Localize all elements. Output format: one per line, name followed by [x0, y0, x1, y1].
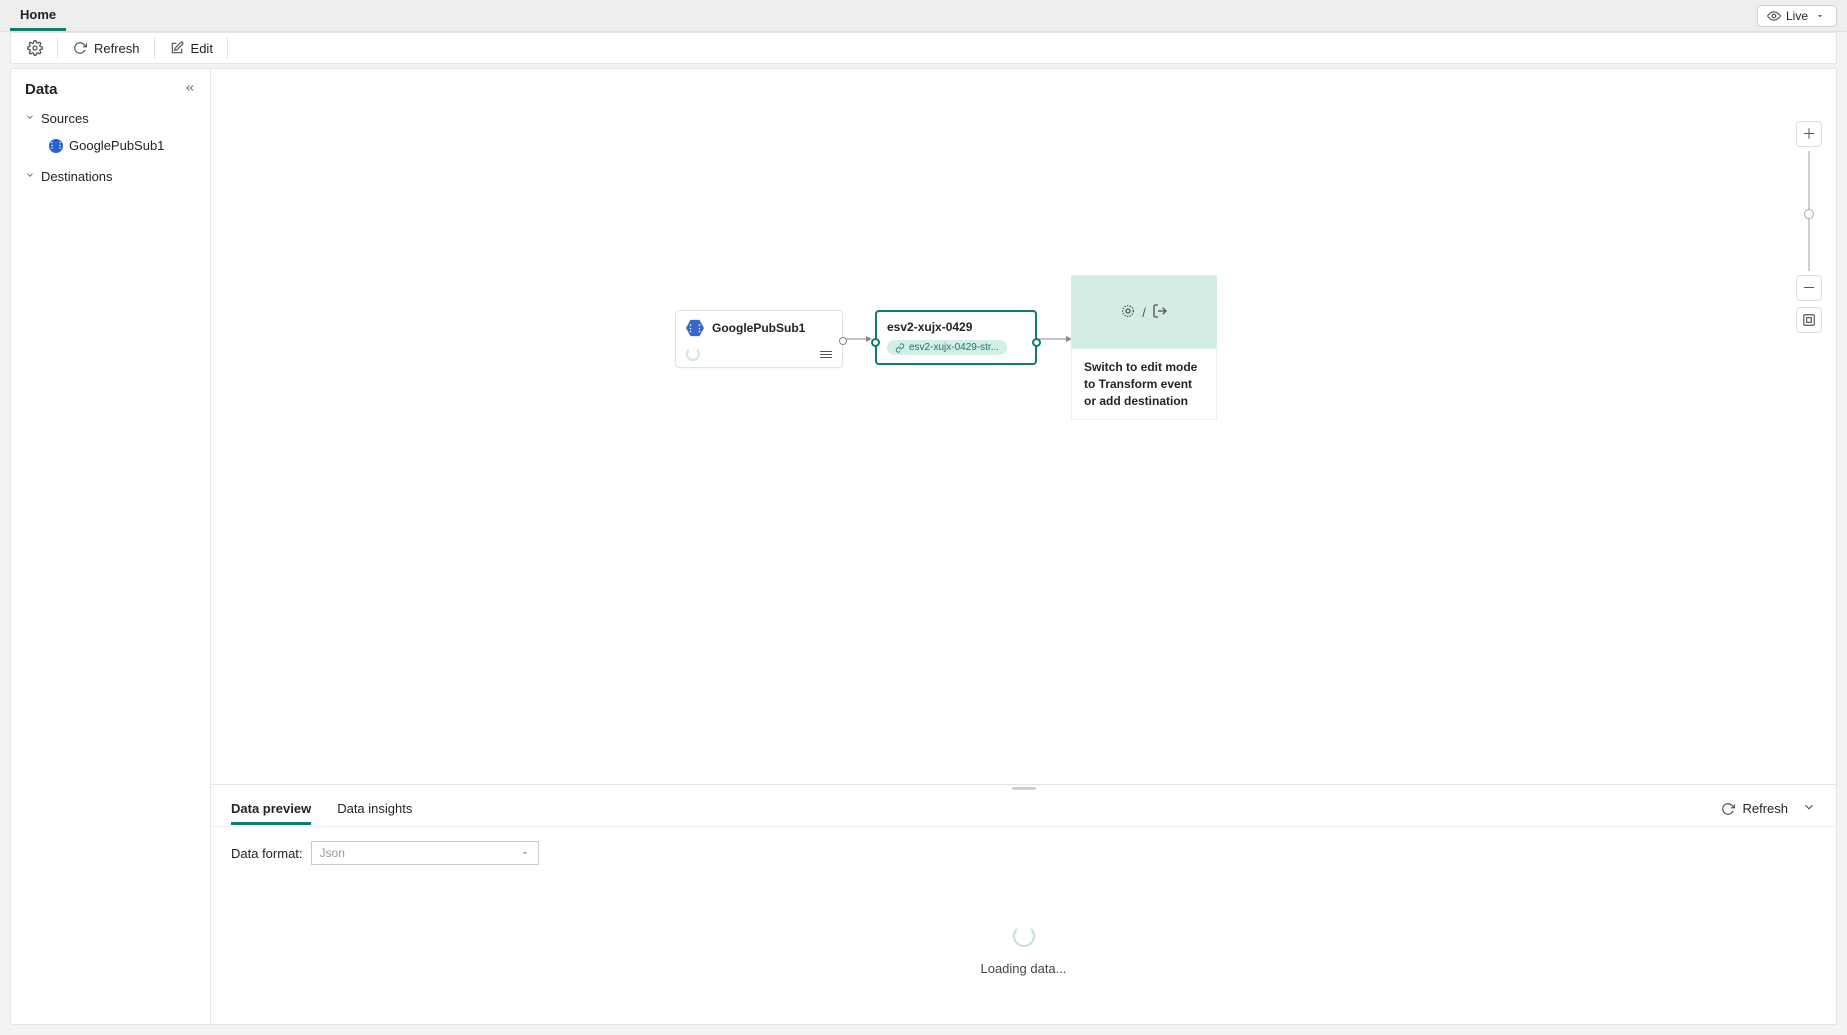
live-label: Live	[1786, 9, 1808, 23]
settings-button[interactable]	[17, 36, 53, 60]
panel-refresh-button[interactable]: Refresh	[1720, 801, 1788, 817]
chevron-down-icon	[25, 170, 35, 183]
tab-data-preview[interactable]: Data preview	[231, 793, 311, 824]
zoom-controls: ＋ －	[1796, 121, 1822, 333]
zoom-thumb[interactable]	[1804, 209, 1814, 219]
tab-data-insights[interactable]: Data insights	[337, 793, 412, 824]
source-node[interactable]: ⋮⋮ GooglePubSub1	[675, 310, 843, 368]
output-port[interactable]	[839, 337, 847, 345]
loading-text: Loading data...	[980, 961, 1066, 976]
zoom-slider[interactable]	[1808, 151, 1810, 271]
source-item-label: GooglePubSub1	[69, 138, 164, 153]
refresh-button[interactable]: Refresh	[62, 36, 150, 60]
sources-label: Sources	[41, 111, 89, 126]
gear-icon	[27, 40, 43, 56]
data-format-select[interactable]: Json	[311, 841, 539, 865]
collapse-panel-button[interactable]	[1802, 800, 1816, 817]
stream-node-title: esv2-xujx-0429	[887, 320, 1025, 334]
data-sidebar: Data Sources ⋮⋮ GooglePubSub1 Destinati	[11, 69, 211, 1024]
sidebar-title: Data	[25, 81, 58, 98]
separator	[57, 37, 58, 59]
link-icon	[895, 343, 905, 353]
destinations-label: Destinations	[41, 169, 113, 184]
loading-spinner-icon	[1013, 925, 1035, 947]
stream-node[interactable]: esv2-xujx-0429 esv2-xujx-0429-str...	[875, 310, 1037, 365]
stream-chip-label: esv2-xujx-0429-str...	[909, 342, 999, 353]
refresh-icon	[1720, 801, 1736, 817]
fit-to-screen-button[interactable]	[1796, 307, 1822, 333]
output-icon	[1152, 303, 1168, 322]
sources-group[interactable]: Sources	[11, 108, 210, 129]
loading-spinner-icon	[686, 347, 700, 361]
transform-icon	[1120, 303, 1136, 322]
chevron-down-icon	[25, 112, 35, 125]
output-port[interactable]	[1032, 338, 1041, 347]
pubsub-icon: ⋮⋮	[49, 139, 63, 153]
bottom-panel: Data preview Data insights Refresh	[211, 784, 1836, 1024]
separator	[227, 37, 228, 59]
collapse-sidebar-button[interactable]	[184, 82, 196, 97]
data-format-value: Json	[320, 846, 345, 860]
chevron-down-icon	[1812, 8, 1828, 24]
data-format-label: Data format:	[231, 846, 303, 861]
menu-icon[interactable]	[820, 351, 832, 358]
source-node-title: GooglePubSub1	[712, 321, 805, 335]
separator-text: /	[1142, 305, 1146, 320]
zoom-in-button[interactable]: ＋	[1796, 121, 1822, 147]
refresh-label: Refresh	[94, 41, 140, 56]
pipeline-canvas[interactable]: ⋮⋮ GooglePubSub1 esv2-xujx-0429 esv2-xuj…	[211, 69, 1836, 784]
zoom-out-button[interactable]: －	[1796, 275, 1822, 301]
edit-icon	[169, 40, 185, 56]
stream-chip[interactable]: esv2-xujx-0429-str...	[887, 340, 1007, 355]
tab-home[interactable]: Home	[10, 1, 66, 31]
destinations-group[interactable]: Destinations	[11, 166, 210, 187]
edit-label: Edit	[191, 41, 213, 56]
separator	[154, 37, 155, 59]
chevron-down-icon	[520, 848, 530, 858]
refresh-icon	[72, 40, 88, 56]
panel-refresh-label: Refresh	[1742, 801, 1788, 816]
destination-hint: Switch to edit mode to Transform event o…	[1071, 349, 1217, 420]
tab-bar: Home Live	[0, 0, 1847, 32]
destination-placeholder[interactable]: / Switch to edit mode to Transform event…	[1071, 275, 1217, 423]
eye-icon	[1766, 8, 1782, 24]
pubsub-hex-icon: ⋮⋮	[686, 319, 704, 337]
live-mode-button[interactable]: Live	[1757, 5, 1837, 27]
edit-button[interactable]: Edit	[159, 36, 223, 60]
toolbar: Refresh Edit	[10, 32, 1837, 64]
input-port[interactable]	[871, 338, 880, 347]
source-item-googlepubsub1[interactable]: ⋮⋮ GooglePubSub1	[11, 135, 210, 156]
